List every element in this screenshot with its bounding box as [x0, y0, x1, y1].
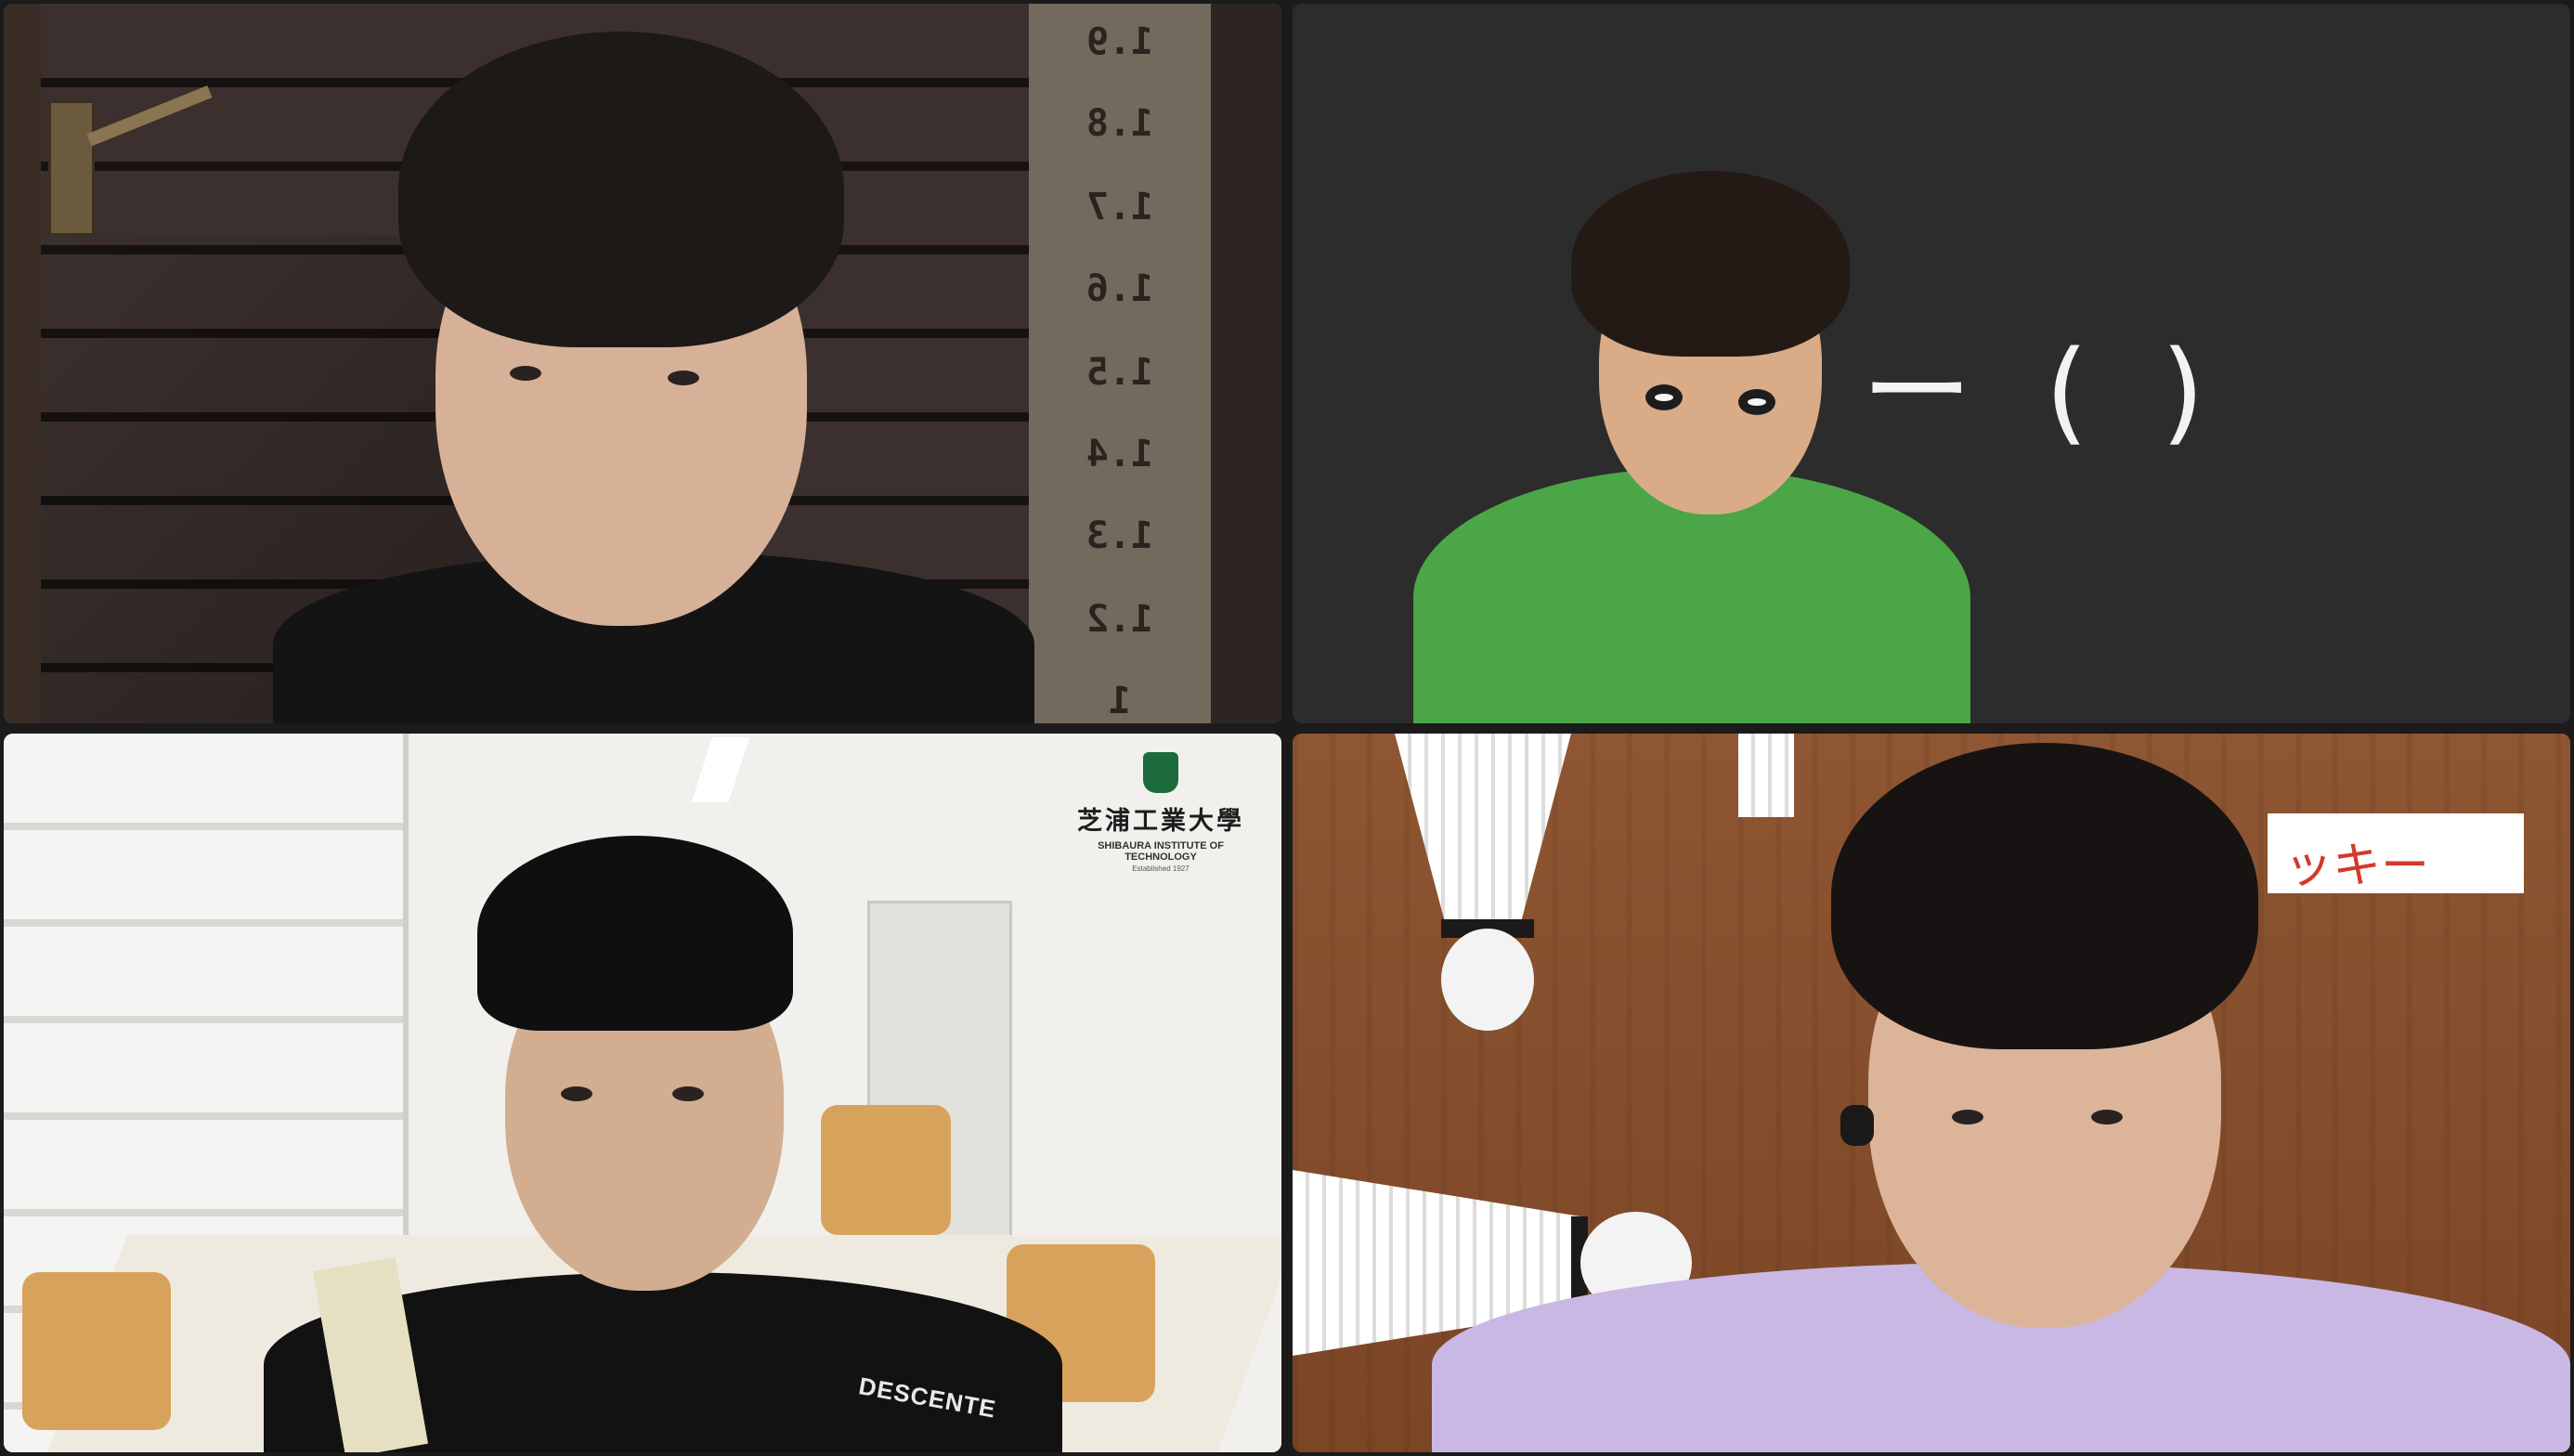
participant-eye: [561, 1086, 592, 1101]
participant-eye: [510, 366, 541, 381]
participant-eye: [1738, 389, 1775, 415]
video-tile-4[interactable]: ッキー: [1293, 734, 2570, 1452]
video-tile-2[interactable]: ( ) ー ソ: [1293, 4, 2570, 723]
height-tick: 1: [1108, 680, 1132, 722]
height-tick: 1.4: [1086, 433, 1154, 475]
participant-video: [1413, 171, 1970, 723]
video-gallery: 1.9 1.8 1.7 1.6 1.5 1.4 1.3 1.2 1 ( ) ー …: [0, 0, 2574, 1456]
height-tick: 1.9: [1086, 20, 1154, 63]
video-tile-3[interactable]: 芝浦工業大學 SHIBAURA INSTITUTE OF TECHNOLOGY …: [4, 734, 1281, 1452]
participant-hair: [1571, 171, 1850, 357]
participant-video: [273, 32, 1034, 723]
height-tick: 1.5: [1086, 351, 1154, 394]
height-tick: 1.8: [1086, 102, 1154, 145]
logo-name: 芝浦工業大學: [1077, 807, 1244, 836]
height-tick: 1.3: [1086, 514, 1154, 557]
participant-eye: [1645, 384, 1683, 410]
video-tile-1[interactable]: 1.9 1.8 1.7 1.6 1.5 1.4 1.3 1.2 1: [4, 4, 1281, 723]
participant-hair: [477, 836, 793, 1031]
lineup-wall: [1211, 4, 1281, 723]
participant-eye: [2091, 1110, 2123, 1124]
height-chart: 1.9 1.8 1.7 1.6 1.5 1.4 1.3 1.2 1: [1029, 4, 1211, 723]
participant-hair: [398, 32, 844, 347]
height-tick: 1.6: [1086, 267, 1154, 310]
earbud-icon: [1840, 1105, 1874, 1146]
university-emblem-icon: [1143, 752, 1178, 793]
height-tick: 1.2: [1086, 598, 1154, 641]
gavel-icon: [48, 100, 95, 236]
participant-eye: [672, 1086, 704, 1101]
participant-video: [1432, 743, 2570, 1452]
height-tick: 1.7: [1086, 186, 1154, 228]
participant-video: DESCENTE: [264, 836, 1099, 1452]
lineup-post: [4, 4, 44, 723]
participant-eye: [1952, 1110, 1983, 1124]
participant-eye: [668, 370, 699, 385]
participant-hair: [1831, 743, 2258, 1049]
chair: [22, 1272, 171, 1430]
